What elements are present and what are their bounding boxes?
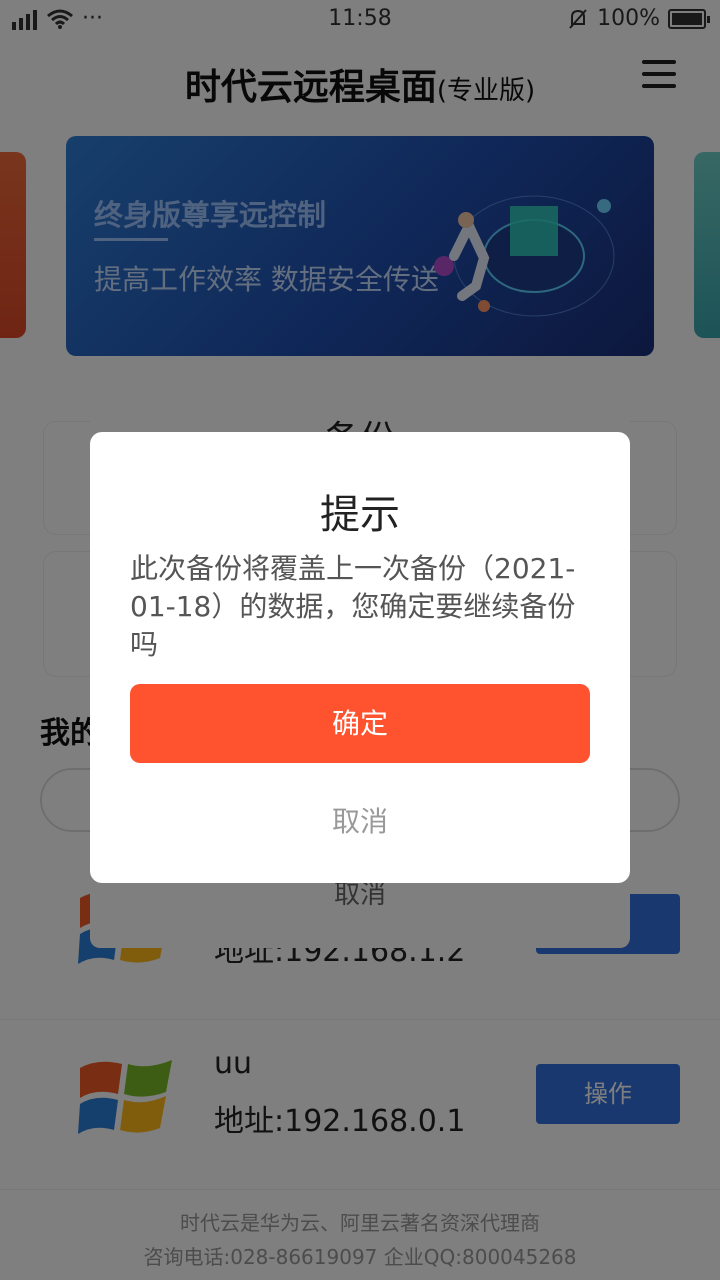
confirm-button[interactable]: 确定 <box>130 684 590 763</box>
dialog-title: 提示 <box>320 492 400 538</box>
cancel-button[interactable]: 取消 <box>130 792 590 852</box>
dialog-message: 此次备份将覆盖上一次备份（2021-01-18）的数据，您确定要继续备份吗 <box>130 552 576 661</box>
confirm-dialog: 提示 此次备份将覆盖上一次备份（2021-01-18）的数据，您确定要继续备份吗… <box>90 432 630 883</box>
